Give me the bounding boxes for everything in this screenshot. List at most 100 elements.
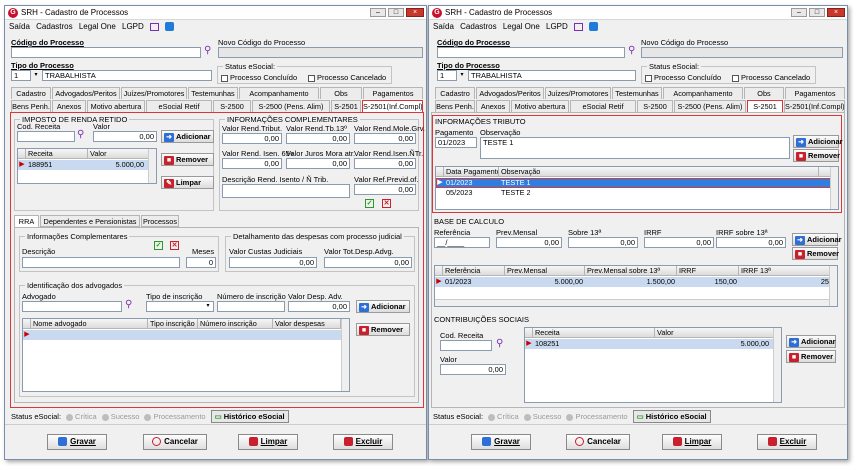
table-row[interactable]: ▶ 188951 5.000,00 [18, 160, 156, 170]
tab-s2501-inf-compl[interactable]: S-2501(Inf.Compl) [362, 100, 423, 112]
tab-motivo-abertura[interactable]: Motivo abertura [87, 100, 145, 112]
codigo-input[interactable] [437, 47, 625, 58]
cancelar-button[interactable]: Cancelar [143, 434, 207, 450]
ref-previd-input[interactable]: 0,00 [354, 184, 416, 195]
close-button[interactable]: × [406, 8, 424, 17]
tab-testemunhas[interactable]: Testemunhas [188, 87, 238, 99]
valor-desp-input[interactable]: 0,00 [288, 301, 350, 312]
subtab-dependentes[interactable]: Dependentes e Pensionistas [40, 215, 140, 227]
status-concluido-checkbox[interactable]: Processo Concluído [221, 73, 297, 82]
adicionar-button[interactable]: ➜ Adicionar [356, 300, 410, 313]
tab-s2500[interactable]: S-2500 [637, 100, 673, 112]
pagamento-input[interactable]: 01/2023 [435, 137, 477, 148]
tab-advogados[interactable]: Advogados/Peritos [476, 87, 544, 99]
menu-lgpd[interactable]: LGPD [122, 21, 144, 33]
rend-tribut-input[interactable]: 0,00 [222, 133, 282, 144]
novo-codigo-input[interactable] [641, 47, 843, 58]
menu-cadastros[interactable]: Cadastros [36, 21, 72, 33]
subtab-rra[interactable]: RRA [14, 215, 39, 227]
tab-anexos[interactable]: Anexos [476, 100, 510, 112]
menu-lgpd[interactable]: LGPD [546, 21, 568, 33]
tab-obs[interactable]: Obs [744, 87, 784, 99]
adicionar-button[interactable]: ➜ Adicionar [792, 233, 842, 246]
search-icon[interactable]: ⚲ [628, 46, 635, 56]
prev-mensal-input[interactable]: 0,00 [496, 237, 562, 248]
monitor-icon[interactable] [150, 22, 160, 31]
descricao-input[interactable] [22, 257, 180, 268]
tab-testemunhas[interactable]: Testemunhas [612, 87, 662, 99]
table-row[interactable]: ▶ 108251 5.000,00 [525, 339, 781, 349]
rend-isen-65-input[interactable]: 0,00 [222, 158, 282, 169]
help-icon[interactable] [589, 22, 599, 32]
search-icon[interactable]: ⚲ [204, 46, 211, 56]
referencia-input[interactable]: __/____ [434, 237, 490, 248]
valor-input[interactable]: 0,00 [93, 131, 157, 142]
codigo-input[interactable] [11, 47, 201, 58]
adicionar-button[interactable]: ➜ Adicionar [161, 130, 214, 143]
remover-button[interactable]: ■ Remover [161, 153, 214, 166]
custas-input[interactable]: 0,00 [229, 257, 317, 268]
juros-mora-input[interactable]: 0,00 [286, 158, 350, 169]
confirm-icon[interactable]: ✓ [154, 241, 163, 250]
menu-saida[interactable]: Saída [433, 21, 454, 33]
chevron-down-icon[interactable]: ▾ [458, 71, 466, 80]
observacao-input[interactable]: TESTE 1 [480, 137, 790, 159]
menu-cadastros[interactable]: Cadastros [460, 21, 496, 33]
tab-obs[interactable]: Obs [320, 87, 362, 99]
remover-button[interactable]: ■ Remover [786, 350, 836, 363]
tab-pagamentos[interactable]: Pagamentos [785, 87, 845, 99]
chevron-down-icon[interactable]: ▾ [32, 71, 40, 80]
tab-s2501[interactable]: S-2501 [747, 100, 783, 112]
menu-legal-one[interactable]: Legal One [79, 21, 116, 33]
table-row[interactable]: ▶ 01/2023 5.000,00 1.500,00 150,00 25 [435, 277, 837, 287]
remover-button[interactable]: ■ Remover [793, 149, 840, 162]
historico-esocial-button[interactable]: ▭ Histórico eSocial [632, 410, 711, 423]
minimize-button[interactable]: – [791, 8, 807, 17]
novo-codigo-input[interactable] [218, 47, 423, 58]
tab-esocial-retif[interactable]: eSocial Retif [570, 100, 636, 112]
rend-isen-ntr-input[interactable]: 0,00 [354, 158, 416, 169]
monitor-icon[interactable] [574, 22, 584, 31]
tab-acompanhamento[interactable]: Acompanhamento [663, 87, 743, 99]
menu-saida[interactable]: Saída [9, 21, 30, 33]
rend-13-input[interactable]: 0,00 [286, 133, 350, 144]
tab-esocial-retif[interactable]: eSocial Retif [146, 100, 212, 112]
remover-button[interactable]: ■ Remover [356, 323, 410, 336]
tab-cadastro[interactable]: Cadastro [11, 87, 51, 99]
irrf-input[interactable]: 0,00 [644, 237, 714, 248]
search-icon[interactable]: ⚲ [496, 339, 503, 349]
table-row[interactable]: ▶ 01/2023 TESTE 1 [436, 178, 838, 188]
subtab-processos[interactable]: Processos [141, 215, 179, 227]
tab-s2500[interactable]: S-2500 [213, 100, 251, 112]
menu-legal-one[interactable]: Legal One [503, 21, 540, 33]
cod-receita-input[interactable] [440, 340, 492, 351]
cod-receita-input[interactable] [17, 131, 75, 142]
numero-inscricao-input[interactable] [217, 301, 285, 312]
limpar-bottom-button[interactable]: Limpar [662, 434, 722, 450]
status-cancelado-checkbox[interactable]: Processo Cancelado [308, 73, 386, 82]
tab-acompanhamento[interactable]: Acompanhamento [239, 87, 319, 99]
tab-motivo-abertura[interactable]: Motivo abertura [511, 100, 569, 112]
cancel-icon[interactable]: ✕ [170, 241, 179, 250]
status-concluido-checkbox[interactable]: Processo Concluído [645, 73, 721, 82]
cancel-icon[interactable]: ✕ [382, 199, 391, 208]
tot-desp-input[interactable]: 0,00 [324, 257, 412, 268]
sobre-13-input[interactable]: 0,00 [568, 237, 638, 248]
rend-mole-input[interactable]: 0,00 [354, 133, 416, 144]
table-row[interactable]: 05/2023 TESTE 2 [436, 188, 838, 198]
tab-s2500-pens[interactable]: S-2500 (Pens. Alim) [252, 100, 330, 112]
cancelar-button[interactable]: Cancelar [566, 434, 630, 450]
tab-advogados[interactable]: Advogados/Peritos [52, 87, 120, 99]
excluir-button[interactable]: Excluir [333, 434, 393, 450]
status-cancelado-checkbox[interactable]: Processo Cancelado [732, 73, 810, 82]
adicionar-button[interactable]: ➜ Adicionar [786, 335, 836, 348]
limpar-button[interactable]: ✎ Limpar [161, 176, 214, 189]
tab-bens-penh[interactable]: Bens Penh. [435, 100, 475, 112]
tab-cadastro[interactable]: Cadastro [435, 87, 475, 99]
tab-s2501-inf-compl[interactable]: S-2501(Inf.Compl) [784, 100, 845, 112]
tab-juizes[interactable]: Juízes/Promotores [121, 87, 187, 99]
confirm-icon[interactable]: ✓ [365, 199, 374, 208]
tab-s2501[interactable]: S-2501 [331, 100, 361, 112]
tab-juizes[interactable]: Juízes/Promotores [545, 87, 611, 99]
tab-anexos[interactable]: Anexos [52, 100, 86, 112]
